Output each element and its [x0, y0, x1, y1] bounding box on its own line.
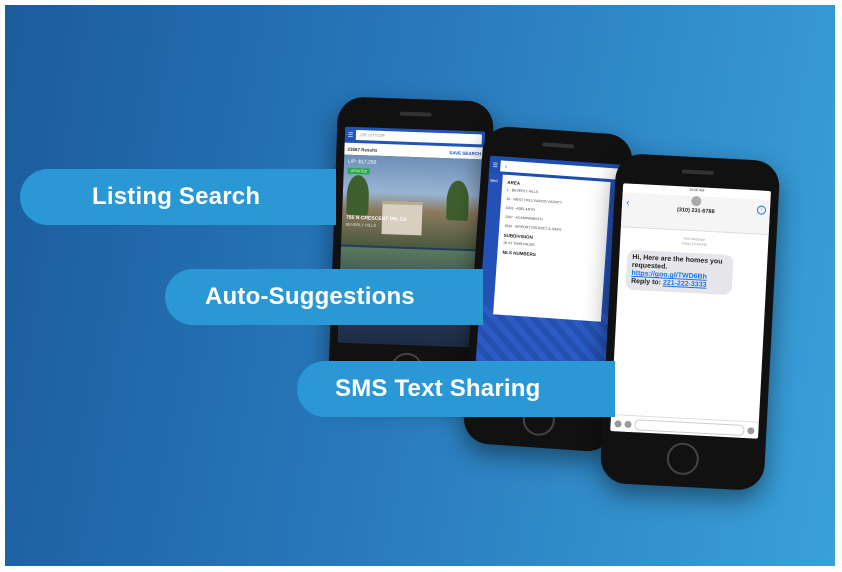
listing-price: L/P: $17,250 — [347, 158, 377, 166]
side-label: Bed — [490, 177, 498, 184]
search-input[interactable]: ZIP, CITY/ZIP — [356, 130, 483, 145]
reply-number-link[interactable]: 221-222-3333 — [663, 280, 707, 289]
suggestion-dropdown: AREA 1 - BEVERLY HILLS 10 - WEST HOLLYWO… — [493, 174, 611, 322]
message-bubble: Hi, Here are the homes you requested. ht… — [625, 249, 734, 296]
message-compose-bar — [610, 413, 759, 439]
banner-background: ☰ ZIP, CITY/ZIP 23687 Results SAVE SEARC… — [5, 5, 835, 566]
message-input[interactable] — [634, 418, 745, 436]
avatar — [691, 195, 702, 207]
message-meta: Text Message Today 10:45 AM — [620, 233, 768, 251]
back-chevron-icon[interactable]: ‹ — [626, 198, 630, 209]
listing-photo[interactable]: L/P: $17,250 UPDATED 755 N CRESCENT DR, … — [341, 154, 485, 250]
phone-speaker — [681, 169, 714, 176]
tree-shape — [445, 180, 470, 221]
phone-sms-sharing: 10:00 AM ‹ i (310) 231-6788 Text Message… — [599, 152, 781, 492]
sms-screen: 10:00 AM ‹ i (310) 231-6788 Text Message… — [610, 183, 771, 439]
conversation-header: ‹ i (310) 231-6788 — [620, 192, 771, 235]
status-badge: UPDATED — [347, 167, 371, 175]
results-count: 23687 Results — [347, 146, 378, 153]
contact-number: (310) 231-6788 — [676, 207, 715, 216]
camera-icon[interactable] — [614, 419, 622, 428]
tree-shape — [346, 174, 370, 216]
sms-text-sharing-label: SMS Text Sharing — [297, 361, 615, 417]
mls-heading: MLS NUMBERS — [502, 249, 537, 258]
save-search-link[interactable]: SAVE SEARCH — [449, 150, 481, 156]
mic-icon[interactable] — [747, 426, 755, 435]
listing-search-label: Listing Search — [20, 169, 336, 225]
apps-icon[interactable] — [624, 420, 632, 428]
menu-icon[interactable]: ☰ — [348, 131, 354, 138]
home-button — [666, 441, 700, 476]
message-text: Hi, Here are the homes you requested. — [631, 253, 723, 271]
phone-speaker — [399, 111, 432, 117]
auto-suggestions-label: Auto-Suggestions — [165, 269, 483, 325]
reply-text: Reply to: — [630, 277, 664, 287]
listing-city: BEVERLY HILLS — [345, 221, 377, 228]
phone-speaker — [541, 142, 575, 149]
menu-icon[interactable]: ☰ — [492, 161, 498, 168]
